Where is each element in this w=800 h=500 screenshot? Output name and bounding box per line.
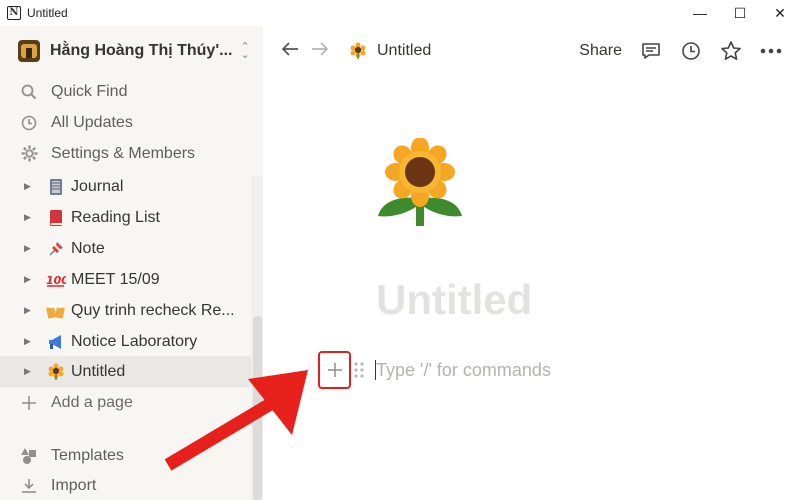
comment-icon[interactable] <box>640 40 662 62</box>
expand-triangle-icon[interactable]: ▶ <box>24 212 36 223</box>
sidebar-item-quick-find[interactable]: Quick Find <box>0 76 263 107</box>
page-icon-sunflower[interactable] <box>376 137 464 228</box>
back-arrow-icon[interactable] <box>281 40 299 63</box>
sidebar-page-quy-trinh[interactable]: ▶ Quy trinh recheck Re... <box>0 295 251 326</box>
expand-triangle-icon[interactable]: ▶ <box>24 243 36 254</box>
search-icon <box>20 83 38 101</box>
notion-app-icon: N <box>7 6 21 20</box>
sidebar-item-label: Quick Find <box>51 82 128 100</box>
drag-handle-icon[interactable] <box>354 362 364 378</box>
sidebar-item-settings[interactable]: Settings & Members <box>0 138 263 169</box>
sunflower-icon <box>46 362 66 382</box>
sunflower-icon <box>349 42 367 60</box>
expand-triangle-icon[interactable]: ▶ <box>24 305 36 316</box>
beer-mugs-icon <box>46 301 66 321</box>
sidebar-page-label: Quy trinh recheck Re... <box>71 301 235 319</box>
more-icon[interactable] <box>760 40 782 62</box>
closed-book-icon <box>46 208 66 228</box>
svg-text:100: 100 <box>46 274 66 287</box>
sidebar-item-label: All Updates <box>51 113 133 131</box>
expand-triangle-icon[interactable]: ▶ <box>24 336 36 347</box>
maximize-button[interactable]: ☐ <box>720 0 760 26</box>
sidebar-page-meet[interactable]: ▶ 100 MEET 15/09 <box>0 264 251 295</box>
add-page-label: Add a page <box>51 393 133 411</box>
minimize-button[interactable]: — <box>680 0 720 26</box>
forward-arrow-icon[interactable] <box>311 40 329 63</box>
download-icon <box>20 477 38 495</box>
notebook-icon <box>46 177 66 197</box>
block-placeholder: Type '/' for commands <box>376 360 551 380</box>
clock-icon <box>20 114 38 132</box>
sidebar-item-import[interactable]: Import <box>0 470 251 500</box>
sidebar-item-label: Settings & Members <box>51 144 196 162</box>
page-topbar: Untitled Share <box>263 26 800 76</box>
history-clock-icon[interactable] <box>680 40 702 62</box>
shapes-icon <box>20 447 38 465</box>
sidebar-page-reading-list[interactable]: ▶ Reading List <box>0 202 251 233</box>
add-block-button[interactable] <box>318 351 351 389</box>
workspace-switcher[interactable]: Hằng Hoàng Thị Thúy'... ⌃ ⌄ <box>0 26 263 76</box>
expand-triangle-icon[interactable]: ▶ <box>24 181 36 192</box>
sidebar-item-label: Templates <box>51 446 124 464</box>
star-icon[interactable] <box>720 40 742 62</box>
sidebar-page-journal[interactable]: ▶ Journal <box>0 171 251 202</box>
sidebar-page-label: Note <box>71 239 105 257</box>
plus-icon <box>327 363 342 377</box>
sidebar-page-notice-laboratory[interactable]: ▶ Notice Laboratory <box>0 326 251 357</box>
empty-block[interactable]: Type '/' for commands <box>318 351 778 391</box>
sidebar-page-note[interactable]: ▶ Note <box>0 233 251 264</box>
megaphone-icon <box>46 332 66 352</box>
page-title[interactable]: Untitled <box>376 276 532 324</box>
sidebar-page-label: MEET 15/09 <box>71 270 160 288</box>
sidebar: Hằng Hoàng Thị Thúy'... ⌃ ⌄ Quick Find Al… <box>0 26 263 500</box>
topbar-actions: Share <box>579 26 782 76</box>
sidebar-page-label: Notice Laboratory <box>71 332 198 350</box>
sidebar-page-untitled[interactable]: ▶ Untitled <box>0 356 251 387</box>
share-button[interactable]: Share <box>579 42 622 60</box>
chevron-up-down-icon: ⌃ ⌄ <box>240 41 250 61</box>
hundred-points-icon: 100 <box>46 270 66 290</box>
expand-triangle-icon[interactable]: ▶ <box>24 274 36 285</box>
sidebar-page-label: Journal <box>71 177 124 195</box>
expand-triangle-icon[interactable]: ▶ <box>24 366 36 377</box>
sidebar-page-label: Reading List <box>71 208 160 226</box>
sidebar-scrollbar-thumb[interactable] <box>253 316 262 500</box>
sidebar-item-all-updates[interactable]: All Updates <box>0 107 263 138</box>
add-page-button[interactable]: Add a page <box>0 387 251 418</box>
window-title: Untitled <box>27 6 68 20</box>
sidebar-item-label: Import <box>51 476 97 494</box>
sidebar-page-label: Untitled <box>71 362 126 380</box>
workspace-name: Hằng Hoàng Thị Thúy'... <box>50 42 233 59</box>
workspace-avatar <box>18 40 40 62</box>
breadcrumb[interactable]: Untitled <box>377 42 431 60</box>
close-button[interactable]: ✕ <box>760 0 800 26</box>
window-titlebar: N Untitled — ☐ ✕ <box>0 0 800 26</box>
gear-icon <box>20 145 38 163</box>
plus-icon <box>20 394 38 412</box>
sidebar-item-templates[interactable]: Templates <box>0 440 251 471</box>
window-controls: — ☐ ✕ <box>680 0 800 26</box>
pushpin-icon <box>46 239 66 259</box>
